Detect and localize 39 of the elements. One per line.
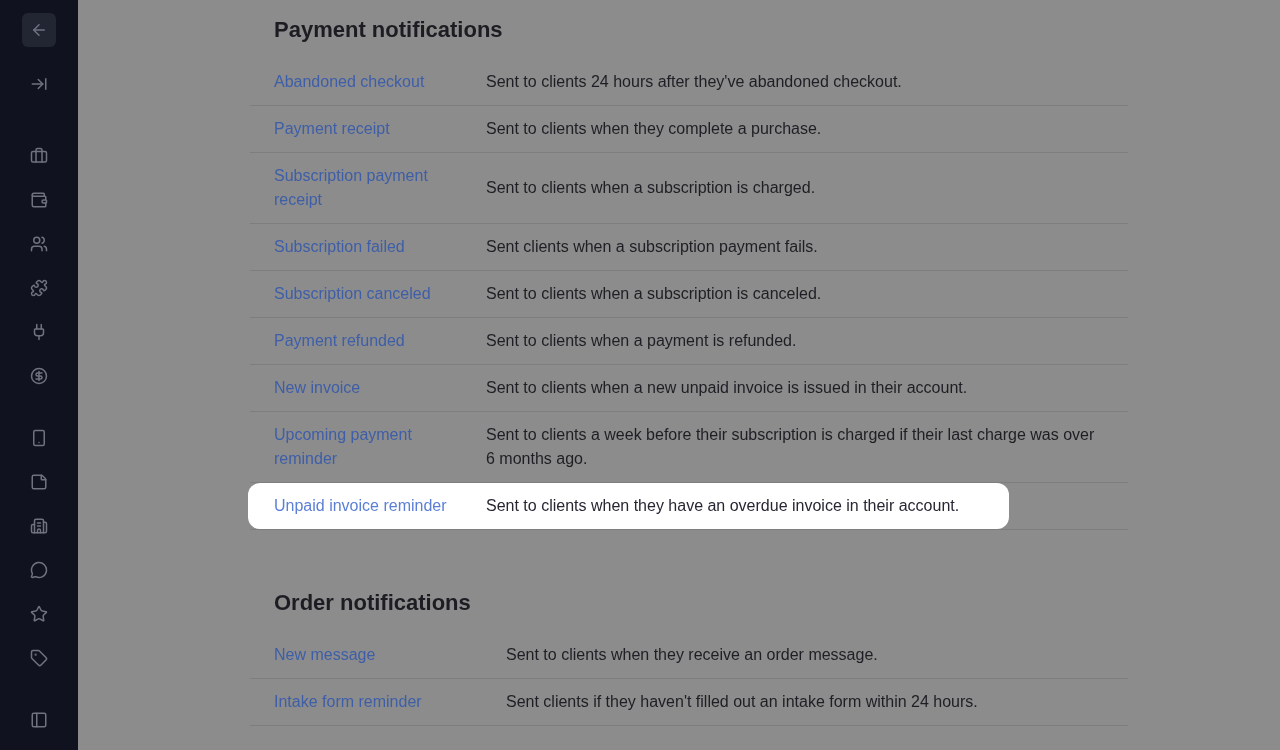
note-icon [30, 473, 48, 491]
notification-link[interactable]: Payment receipt [250, 106, 486, 152]
back-icon [30, 21, 48, 39]
chat-icon [30, 561, 48, 579]
section-title: Order notifications [273, 589, 472, 617]
notification-link[interactable]: New invoice [250, 365, 486, 411]
wallet-icon [30, 191, 48, 209]
briefcase-icon [30, 147, 48, 165]
notification-description: Sent to clients a week before their subscription is charged if their last charge was over 6 months ago. [486, 425, 1096, 469]
notification-link[interactable]: Abandoned checkout [250, 59, 486, 105]
notification-link[interactable]: Intake form reminder [250, 679, 506, 725]
notification-link[interactable]: Subscription payment receipt [250, 153, 486, 223]
notification-description: Sent clients when a subscription payment fails. [486, 237, 819, 257]
notification-description: Sent to clients when a payment is refunded. [486, 331, 798, 351]
notification-description: Sent to clients 24 hours after they've abandoned checkout. [486, 72, 903, 92]
notification-link[interactable]: Payment refunded [250, 318, 486, 364]
notification-description: Sent to clients when they complete a purchase. [486, 119, 823, 139]
notification-description: Sent to clients when they receive an order message. [506, 645, 879, 665]
building-icon [30, 517, 48, 535]
expand-icon [30, 75, 48, 93]
users-icon [30, 235, 48, 253]
notification-description: Sent to clients when a subscription is canceled. [486, 284, 823, 304]
notification-description: Sent to clients when a subscription is charged. [486, 178, 817, 198]
notification-description: Sent to clients when they have an overdue invoice in their account. [486, 496, 961, 516]
tag-icon [30, 649, 48, 667]
dollar-circle-icon [30, 367, 48, 385]
notification-link[interactable]: Subscription canceled [250, 271, 486, 317]
back-button[interactable] [22, 13, 56, 47]
notification-link[interactable]: New message [250, 632, 506, 678]
phone-icon [30, 429, 48, 447]
notification-description: Sent clients if they haven't filled out an intake form within 24 hours. [506, 692, 979, 712]
panel-icon [30, 711, 48, 729]
section-title: Payment notifications [273, 16, 504, 44]
notification-link[interactable]: Upcoming payment reminder [250, 412, 486, 482]
notification-link[interactable]: Unpaid invoice reminder [250, 483, 486, 529]
notification-description: Sent to clients when a new unpaid invoice is issued in their account. [486, 378, 969, 398]
notification-link[interactable]: Subscription failed [250, 224, 486, 270]
puzzle-icon [30, 279, 48, 297]
star-icon [30, 605, 48, 623]
